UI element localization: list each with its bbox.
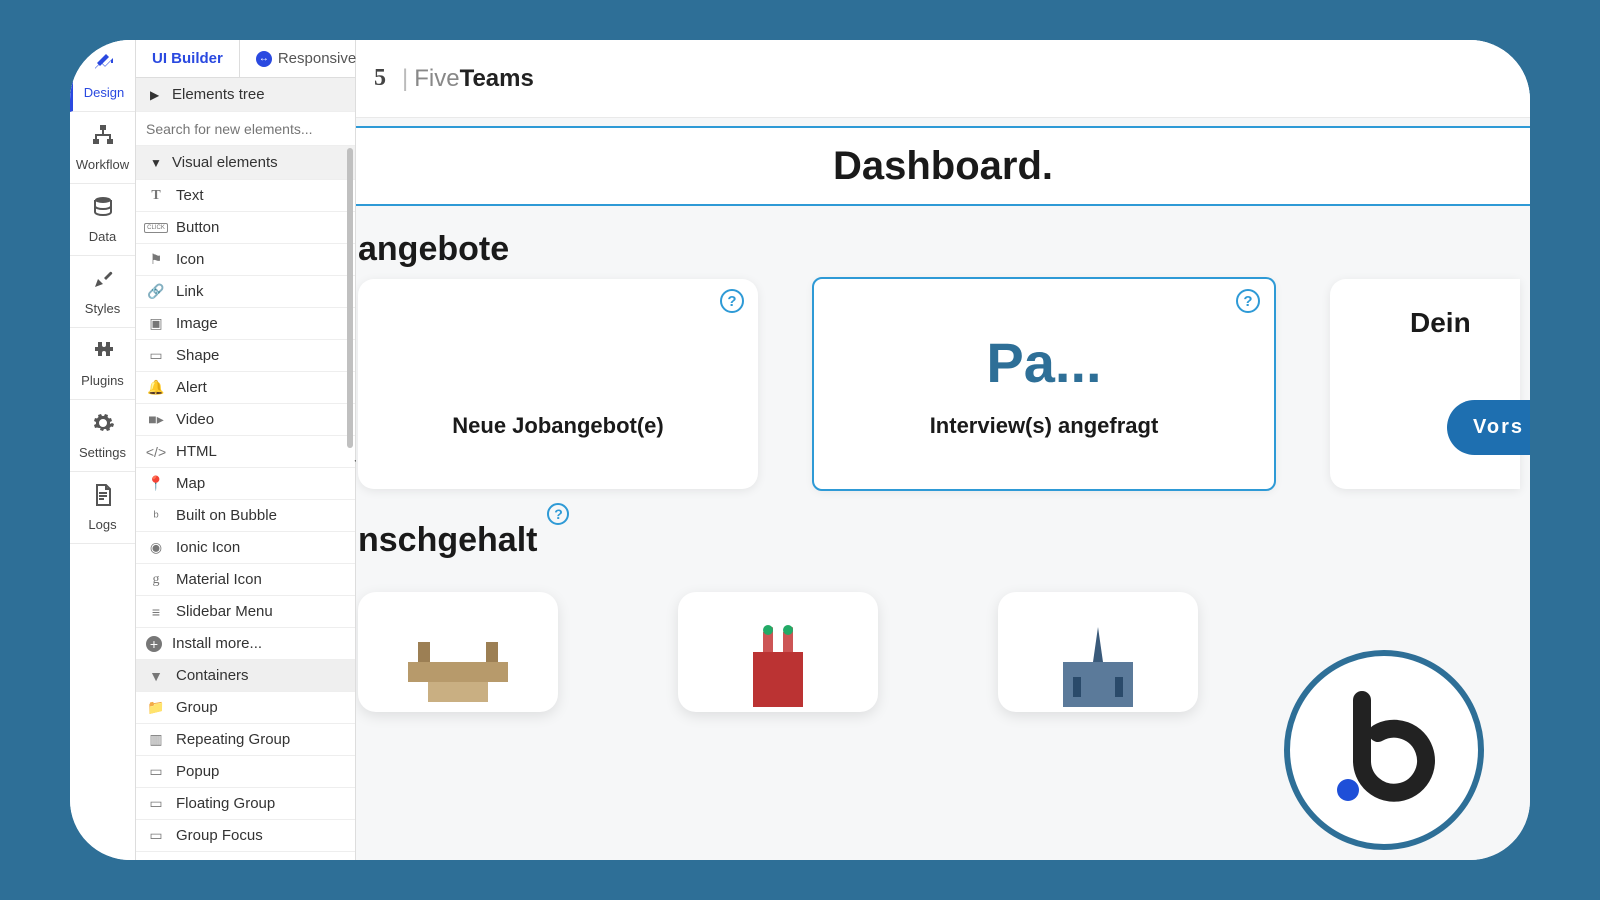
- card-new-job-offers[interactable]: ? Neue Jobangebot(e): [358, 279, 758, 489]
- help-icon[interactable]: ?: [1236, 289, 1260, 313]
- el-group[interactable]: 📁Group: [136, 692, 355, 724]
- rail-design[interactable]: Design: [70, 40, 135, 112]
- bubble-b-icon: ᵇ: [146, 508, 166, 524]
- data-icon: [91, 195, 115, 225]
- card-big-value: Pa...: [986, 330, 1101, 395]
- el-install-more[interactable]: +Install more...: [136, 628, 355, 660]
- el-group-focus[interactable]: ▭Group Focus: [136, 820, 355, 852]
- section-angebote-title: angebote: [358, 206, 1530, 279]
- panel-tabs: UI Builder ↔ Responsive: [136, 40, 355, 78]
- menu-icon: ≡: [146, 604, 166, 620]
- responsive-icon: ↔: [256, 51, 272, 67]
- dashboard-title-band: Dashboard.: [356, 126, 1530, 206]
- el-material-icon[interactable]: gMaterial Icon: [136, 564, 355, 596]
- button-icon: CLICK: [146, 223, 166, 233]
- card-title: Dein: [1410, 307, 1471, 339]
- el-built-on-bubble[interactable]: ᵇBuilt on Bubble: [136, 500, 355, 532]
- panel-scrollbar[interactable]: [347, 78, 353, 860]
- help-icon[interactable]: ?: [720, 289, 744, 313]
- offer-cards-row: ? Neue Jobangebot(e) ? Pa... Interview(s…: [358, 279, 1530, 497]
- text-icon: T: [146, 188, 166, 204]
- el-slidebar-menu[interactable]: ≡Slidebar Menu: [136, 596, 355, 628]
- el-repeating-group[interactable]: ▥Repeating Group: [136, 724, 355, 756]
- design-canvas[interactable]: 5 | FiveTeams Dashboard. angebote ? Neue…: [356, 40, 1530, 860]
- visual-elements-toggle[interactable]: ▼ Visual elements: [136, 146, 355, 180]
- monument-icon: [398, 622, 518, 712]
- rail-styles[interactable]: Styles: [70, 256, 135, 328]
- dashboard-title: Dashboard.: [833, 144, 1053, 189]
- html-icon: </>: [146, 444, 166, 460]
- bubble-logo-icon: [1324, 690, 1444, 810]
- section-wunschgehalt: nschgehalt ?: [358, 497, 1530, 570]
- image-icon: ▣: [146, 315, 166, 332]
- caret-right-icon: ▶: [150, 88, 162, 102]
- logs-icon: [91, 483, 115, 513]
- card-interviews-requested[interactable]: ? Pa... Interview(s) angefragt: [814, 279, 1274, 489]
- repeating-group-icon: ▥: [146, 731, 166, 748]
- ionic-icon: ◉: [146, 539, 166, 556]
- floating-group-icon: ▭: [146, 795, 166, 812]
- rail-data[interactable]: Data: [70, 184, 135, 256]
- link-icon: 🔗: [146, 283, 166, 300]
- rail-settings[interactable]: Settings: [70, 400, 135, 472]
- help-icon[interactable]: ?: [547, 503, 569, 525]
- app-brand-header: 5 | FiveTeams: [356, 40, 1530, 118]
- elements-panel: UI Builder ↔ Responsive ▶ Elements tree …: [136, 40, 356, 860]
- shape-icon: ▭: [146, 347, 166, 364]
- tab-ui-builder[interactable]: UI Builder: [136, 40, 240, 77]
- el-ionic-icon[interactable]: ◉Ionic Icon: [136, 532, 355, 564]
- caret-down-icon: ▼: [150, 156, 162, 170]
- workflow-icon: [91, 123, 115, 153]
- app-window: Design Workflow Data Styles Plugins: [70, 40, 1530, 860]
- bubble-logo-badge: [1284, 650, 1484, 850]
- flag-icon: ⚑: [146, 251, 166, 268]
- card-your-profile[interactable]: Dein Vors: [1330, 279, 1520, 489]
- left-rail: Design Workflow Data Styles Plugins: [70, 40, 136, 860]
- material-icon: g: [146, 572, 166, 588]
- church-icon: [718, 622, 838, 712]
- el-map[interactable]: 📍Map: [136, 468, 355, 500]
- alert-icon: 🔔: [146, 379, 166, 396]
- settings-icon: [91, 411, 115, 441]
- elements-tree-toggle[interactable]: ▶ Elements tree: [136, 78, 355, 112]
- el-popup[interactable]: ▭Popup: [136, 756, 355, 788]
- folder-icon: 📁: [146, 699, 166, 716]
- rail-plugins[interactable]: Plugins: [70, 328, 135, 400]
- element-list: TText CLICKButton ⚑Icon 🔗Link ▣Image ▭Sh…: [136, 180, 355, 860]
- city-card-3[interactable]: [998, 592, 1198, 712]
- el-icon[interactable]: ⚑Icon: [136, 244, 355, 276]
- element-search-input[interactable]: [146, 121, 345, 137]
- scroll-thumb[interactable]: [347, 148, 353, 448]
- map-pin-icon: 📍: [146, 475, 166, 492]
- element-search[interactable]: [136, 112, 355, 146]
- video-icon: ■▸: [146, 411, 166, 428]
- caret-down-icon: ▼: [146, 668, 166, 684]
- el-video[interactable]: ■▸Video: [136, 404, 355, 436]
- plus-circle-icon: +: [146, 636, 162, 652]
- plugins-icon: [91, 339, 115, 369]
- el-text[interactable]: TText: [136, 180, 355, 212]
- townhall-icon: [1038, 622, 1158, 712]
- el-shape[interactable]: ▭Shape: [136, 340, 355, 372]
- styles-icon: [91, 267, 115, 297]
- design-icon: [92, 51, 116, 81]
- el-image[interactable]: ▣Image: [136, 308, 355, 340]
- el-floating-group[interactable]: ▭Floating Group: [136, 788, 355, 820]
- card-label: Interview(s) angefragt: [930, 413, 1159, 439]
- popup-icon: ▭: [146, 763, 166, 780]
- rail-logs[interactable]: Logs: [70, 472, 135, 544]
- containers-toggle[interactable]: ▼Containers: [136, 660, 355, 692]
- city-card-1[interactable]: [358, 592, 558, 712]
- city-card-2[interactable]: [678, 592, 878, 712]
- el-button[interactable]: CLICKButton: [136, 212, 355, 244]
- tab-responsive[interactable]: ↔ Responsive: [240, 40, 373, 77]
- brand-mark: 5: [374, 65, 388, 92]
- el-html[interactable]: </>HTML: [136, 436, 355, 468]
- group-focus-icon: ▭: [146, 827, 166, 844]
- card-label: Neue Jobangebot(e): [452, 413, 663, 439]
- preview-button[interactable]: Vors: [1447, 400, 1530, 455]
- rail-workflow[interactable]: Workflow: [70, 112, 135, 184]
- el-alert[interactable]: 🔔Alert: [136, 372, 355, 404]
- el-link[interactable]: 🔗Link: [136, 276, 355, 308]
